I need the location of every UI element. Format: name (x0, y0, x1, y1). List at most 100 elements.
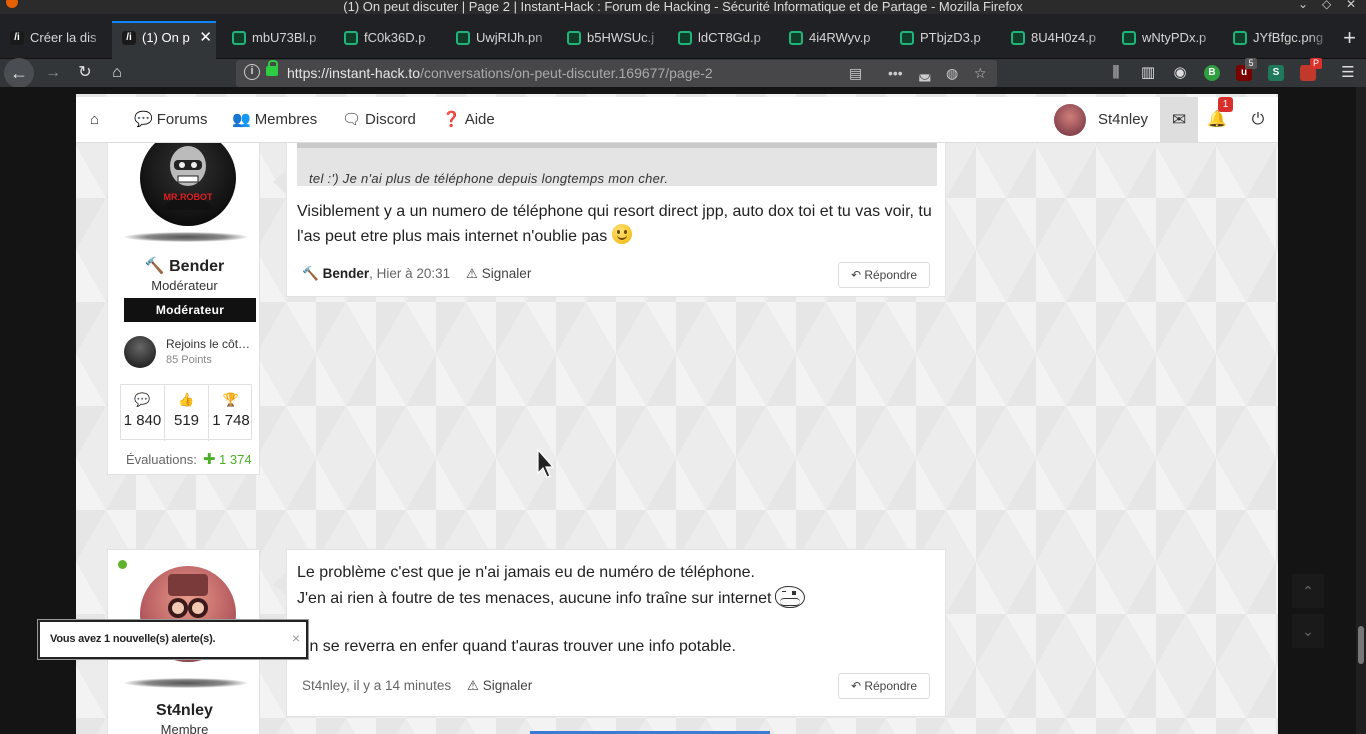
reader-view-icon[interactable]: ▤ (849, 60, 862, 87)
bookmark-star-icon[interactable]: ☆ (974, 60, 987, 87)
library-icon[interactable]: ⫼ (1106, 59, 1126, 87)
tracking-protection-icon[interactable]: ◍ (946, 60, 958, 87)
close-tab-icon[interactable]: ✕ (199, 23, 212, 53)
url-text[interactable]: https://instant-hack.to/conversations/on… (287, 60, 713, 87)
author-link[interactable]: Bender (323, 266, 370, 281)
hammer-icon: 🔨 (144, 258, 165, 275)
menu-icon[interactable]: ☰ (1338, 59, 1358, 87)
image-favicon-icon (456, 31, 470, 45)
tab-image[interactable]: wNtyPDx.p (1112, 23, 1220, 53)
reply-button[interactable]: ↶ Répondre (838, 673, 930, 699)
users-icon: 👥 (232, 111, 251, 128)
quote-text: tel :') Je n'ai plus de téléphone depuis… (309, 171, 669, 186)
scroll-top-icon[interactable]: ⌃ (1292, 574, 1324, 608)
tab-image[interactable]: mbU73Bl.p (222, 23, 330, 53)
user-evaluations: Évaluations: ✚ 1 374 (126, 451, 252, 468)
tab-image[interactable]: b5HWSUc.j (557, 23, 665, 53)
image-favicon-icon (1011, 31, 1025, 45)
maximize-icon[interactable]: ◇ (1322, 0, 1331, 11)
pocket-icon[interactable]: ◛ (918, 60, 932, 87)
back-icon[interactable]: ← (4, 58, 34, 88)
tab-image[interactable]: PTbjzD3.p (890, 23, 998, 53)
comments-icon: 💬 (134, 111, 153, 128)
trophy[interactable]: Rejoins le côt… 85 Points (124, 334, 260, 372)
post-time[interactable]: , Hier à 20:31 (369, 266, 450, 281)
inbox-icon[interactable]: ✉ (1160, 97, 1198, 143)
tab-label: ldCT8Gd.p (698, 30, 761, 45)
tab-label: 4i4RWyv.p (809, 30, 871, 45)
page-scrollbar[interactable] (1356, 87, 1366, 734)
message-body: Visiblement y a un numero de téléphone q… (297, 203, 932, 245)
image-favicon-icon (789, 31, 803, 45)
image-favicon-icon (678, 31, 692, 45)
tab-image[interactable]: UwjRIJh.pn (446, 23, 554, 53)
reply-button[interactable]: ↶ Répondre (838, 262, 930, 288)
report-link[interactable]: ⚠ Signaler (466, 266, 531, 281)
trophy-points: 85 Points (166, 354, 212, 366)
tab-creer-discussion[interactable]: /i Créer la dis (0, 23, 110, 53)
close-icon[interactable]: × (292, 630, 300, 646)
nav-discord[interactable]: 🗨 Discord (342, 97, 416, 143)
sidebar-icon[interactable]: ▥ (1138, 59, 1158, 87)
user-stats: 💬 1 840 👍 519 🏆 1 748 (120, 384, 252, 441)
new-tab-icon[interactable]: + (1343, 27, 1356, 49)
avatar[interactable]: MR.ROBOT (140, 130, 236, 226)
avatar[interactable] (1054, 104, 1086, 136)
reply-icon: ↶ (850, 268, 861, 282)
trophy-icon: 🏆 (222, 392, 240, 407)
image-favicon-icon (567, 31, 581, 45)
avatar-shadow (124, 678, 248, 688)
site-info-icon[interactable]: i (244, 64, 260, 80)
tab-image[interactable]: 4i4RWyv.p (779, 23, 887, 53)
message-footer: St4nley, il y a 14 minutes ⚠ Signaler (302, 678, 532, 694)
message-footer: 🔨 Bender, Hier à 20:31 ⚠ Signaler (302, 266, 531, 282)
tab-label: (1) On p (142, 30, 190, 45)
tab-image[interactable]: JYfBfgc.png (1223, 23, 1331, 53)
report-link[interactable]: ⚠ Signaler (467, 678, 532, 693)
tab-image[interactable]: 8U4H0z4.p (1001, 23, 1109, 53)
mr-robot-avatar-icon (160, 146, 216, 210)
tab-label: mbU73Bl.p (252, 30, 317, 45)
username[interactable]: 🔨 Bender (108, 256, 261, 276)
tab-image[interactable]: ldCT8Gd.p (668, 23, 776, 53)
reload-icon[interactable]: ↻ (74, 59, 96, 87)
tab-label: fC0k36D.p (364, 30, 426, 45)
username[interactable]: St4nley (108, 702, 261, 720)
home-icon[interactable]: ⌂ (106, 59, 128, 87)
image-favicon-icon (1122, 31, 1136, 45)
nav-forums[interactable]: 💬 Forums (134, 97, 208, 143)
page-content: MR.ROBOT 🔨 Bender Modérateur Modérateur … (0, 87, 1366, 734)
tab-strip: /i Créer la dis /i (1) On p ✕ mbU73Bl.p … (0, 14, 1366, 59)
role-banner: Modérateur (124, 298, 256, 322)
tab-label: PTbjzD3.p (920, 30, 981, 45)
home-link[interactable]: ⌂ (90, 97, 103, 143)
instant-hack-favicon-icon: /i (122, 31, 136, 45)
scroll-bottom-icon[interactable]: ⌄ (1292, 614, 1324, 648)
forward-icon[interactable]: → (42, 59, 64, 87)
close-window-icon[interactable]: ✕ (1346, 0, 1356, 11)
chat-bubble-icon: 🗨 (342, 111, 362, 128)
tab-on-peut-discuter[interactable]: /i (1) On p ✕ (112, 21, 216, 59)
scrollbar-thumb[interactable] (1358, 626, 1364, 664)
nav-help[interactable]: ❓ Aide (442, 97, 495, 143)
trollface-emoji-icon (775, 586, 806, 608)
author-time-link[interactable]: St4nley, il y a 14 minutes (302, 678, 451, 693)
nav-members[interactable]: 👥 Membres (232, 97, 317, 143)
plus-icon: ✚ (202, 451, 216, 468)
avatar-shadow (124, 232, 248, 242)
message-post: tel :') Je n'ai plus de téléphone depuis… (273, 139, 946, 297)
extension-s-icon[interactable]: S (1268, 65, 1284, 81)
message-post: Le problème c'est que je n'ai jamais eu … (273, 549, 946, 717)
alert-toast[interactable]: Vous avez 1 nouvelle(s) alerte(s). × (38, 620, 308, 659)
tab-image[interactable]: fC0k36D.p (334, 23, 442, 53)
extension-icon[interactable]: B (1204, 65, 1220, 81)
current-user[interactable]: St4nley (1098, 97, 1148, 143)
trophy-icon (124, 336, 156, 368)
minimize-icon[interactable]: ⌄ (1298, 0, 1308, 11)
url-bar[interactable]: i https://instant-hack.to/conversations/… (236, 60, 997, 87)
power-icon[interactable]: ⏻ (1246, 97, 1270, 143)
account-icon[interactable]: ◉ (1170, 59, 1190, 87)
page-actions-icon[interactable]: ••• (888, 60, 903, 87)
instant-hack-favicon-icon: /i (10, 31, 24, 45)
reply-icon: ↶ (850, 679, 861, 693)
